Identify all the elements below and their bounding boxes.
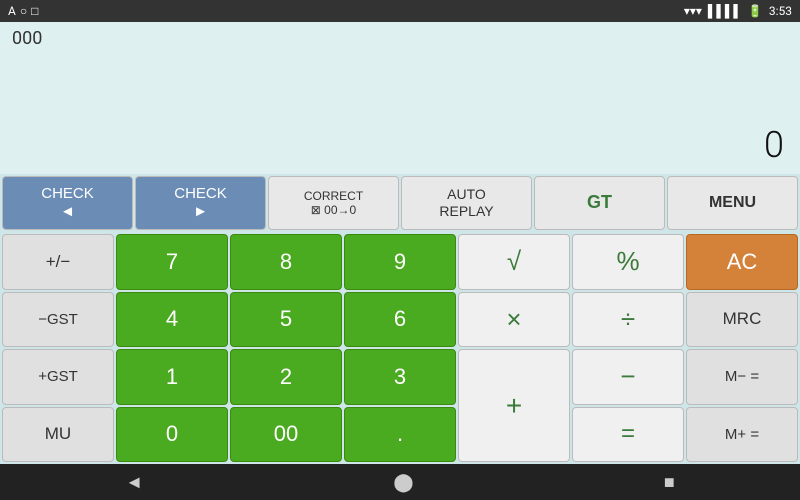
mrc-key[interactable]: MRC [686, 292, 798, 348]
mu-key[interactable]: MU [2, 407, 114, 463]
check-right-button[interactable]: CHECK ► [135, 176, 266, 230]
key-4[interactable]: 4 [116, 292, 228, 348]
m-minus-key[interactable]: M− = [686, 349, 798, 405]
check-left-button[interactable]: CHECK ◄ [2, 176, 133, 230]
key-7[interactable]: 7 [116, 234, 228, 290]
sqrt-key[interactable]: √ [458, 234, 570, 290]
key-3[interactable]: 3 [344, 349, 456, 405]
status-icon-circle: ○ [20, 4, 27, 18]
multiply-key[interactable]: × [458, 292, 570, 348]
key-dot[interactable]: . [344, 407, 456, 463]
gt-button[interactable]: GT [534, 176, 665, 230]
gt-label: GT [587, 192, 612, 214]
nav-bar: ◄ ⬤ ■ [0, 464, 800, 500]
key-8[interactable]: 8 [230, 234, 342, 290]
check-left-label: CHECK [41, 185, 94, 203]
signal-icon: ▌▌▌▌ [708, 4, 742, 18]
minus-key[interactable]: − [572, 349, 684, 405]
divide-key[interactable]: ÷ [572, 292, 684, 348]
tape-display: 000 [12, 28, 788, 49]
key-5[interactable]: 5 [230, 292, 342, 348]
status-icon-square: □ [31, 4, 38, 18]
m-plus-key[interactable]: M+ = [686, 407, 798, 463]
key-00[interactable]: 00 [230, 407, 342, 463]
app: 000 0 CHECK ◄ CHECK ► CORRECT ⊠ 00→0 AUT… [0, 22, 800, 464]
correct-sub: ⊠ 00→0 [311, 203, 356, 217]
plus-gst-key[interactable]: +GST [2, 349, 114, 405]
plus-key[interactable]: + [458, 349, 570, 462]
status-left: A ○ □ [8, 4, 38, 18]
check-left-arrow: ◄ [60, 203, 75, 221]
status-icon-a: A [8, 4, 16, 18]
check-right-arrow: ► [193, 203, 208, 221]
status-bar: A ○ □ ▾▾▾ ▌▌▌▌ 🔋 3:53 [0, 0, 800, 22]
key-1[interactable]: 1 [116, 349, 228, 405]
menu-label: MENU [709, 193, 756, 212]
plus-minus-key[interactable]: +/− [2, 234, 114, 290]
correct-label: CORRECT [304, 189, 363, 203]
menu-button[interactable]: MENU [667, 176, 798, 230]
key-6[interactable]: 6 [344, 292, 456, 348]
key-9[interactable]: 9 [344, 234, 456, 290]
auto-replay-button[interactable]: AUTO REPLAY [401, 176, 532, 230]
wifi-icon: ▾▾▾ [684, 4, 702, 18]
status-right: ▾▾▾ ▌▌▌▌ 🔋 3:53 [684, 4, 792, 18]
key-0[interactable]: 0 [116, 407, 228, 463]
auto-replay-label1: AUTO [447, 186, 486, 203]
key-2[interactable]: 2 [230, 349, 342, 405]
keypad: +/− 7 8 9 √ % AC −GST 4 5 6 [0, 232, 800, 464]
battery-icon: 🔋 [748, 4, 763, 18]
main-display: 0 [764, 124, 784, 166]
check-right-label: CHECK [174, 185, 227, 203]
equals-key[interactable]: = [572, 407, 684, 463]
time-display: 3:53 [769, 4, 792, 18]
correct-button[interactable]: CORRECT ⊠ 00→0 [268, 176, 399, 230]
func-row: CHECK ◄ CHECK ► CORRECT ⊠ 00→0 AUTO REPL… [0, 174, 800, 232]
auto-replay-label2: REPLAY [439, 203, 493, 220]
back-nav-icon[interactable]: ◄ [125, 472, 143, 493]
percent-key[interactable]: % [572, 234, 684, 290]
display-area: 000 0 [0, 22, 800, 174]
ac-key[interactable]: AC [686, 234, 798, 290]
recent-nav-icon[interactable]: ■ [664, 472, 675, 493]
minus-gst-key[interactable]: −GST [2, 292, 114, 348]
home-nav-icon[interactable]: ⬤ [393, 472, 413, 493]
